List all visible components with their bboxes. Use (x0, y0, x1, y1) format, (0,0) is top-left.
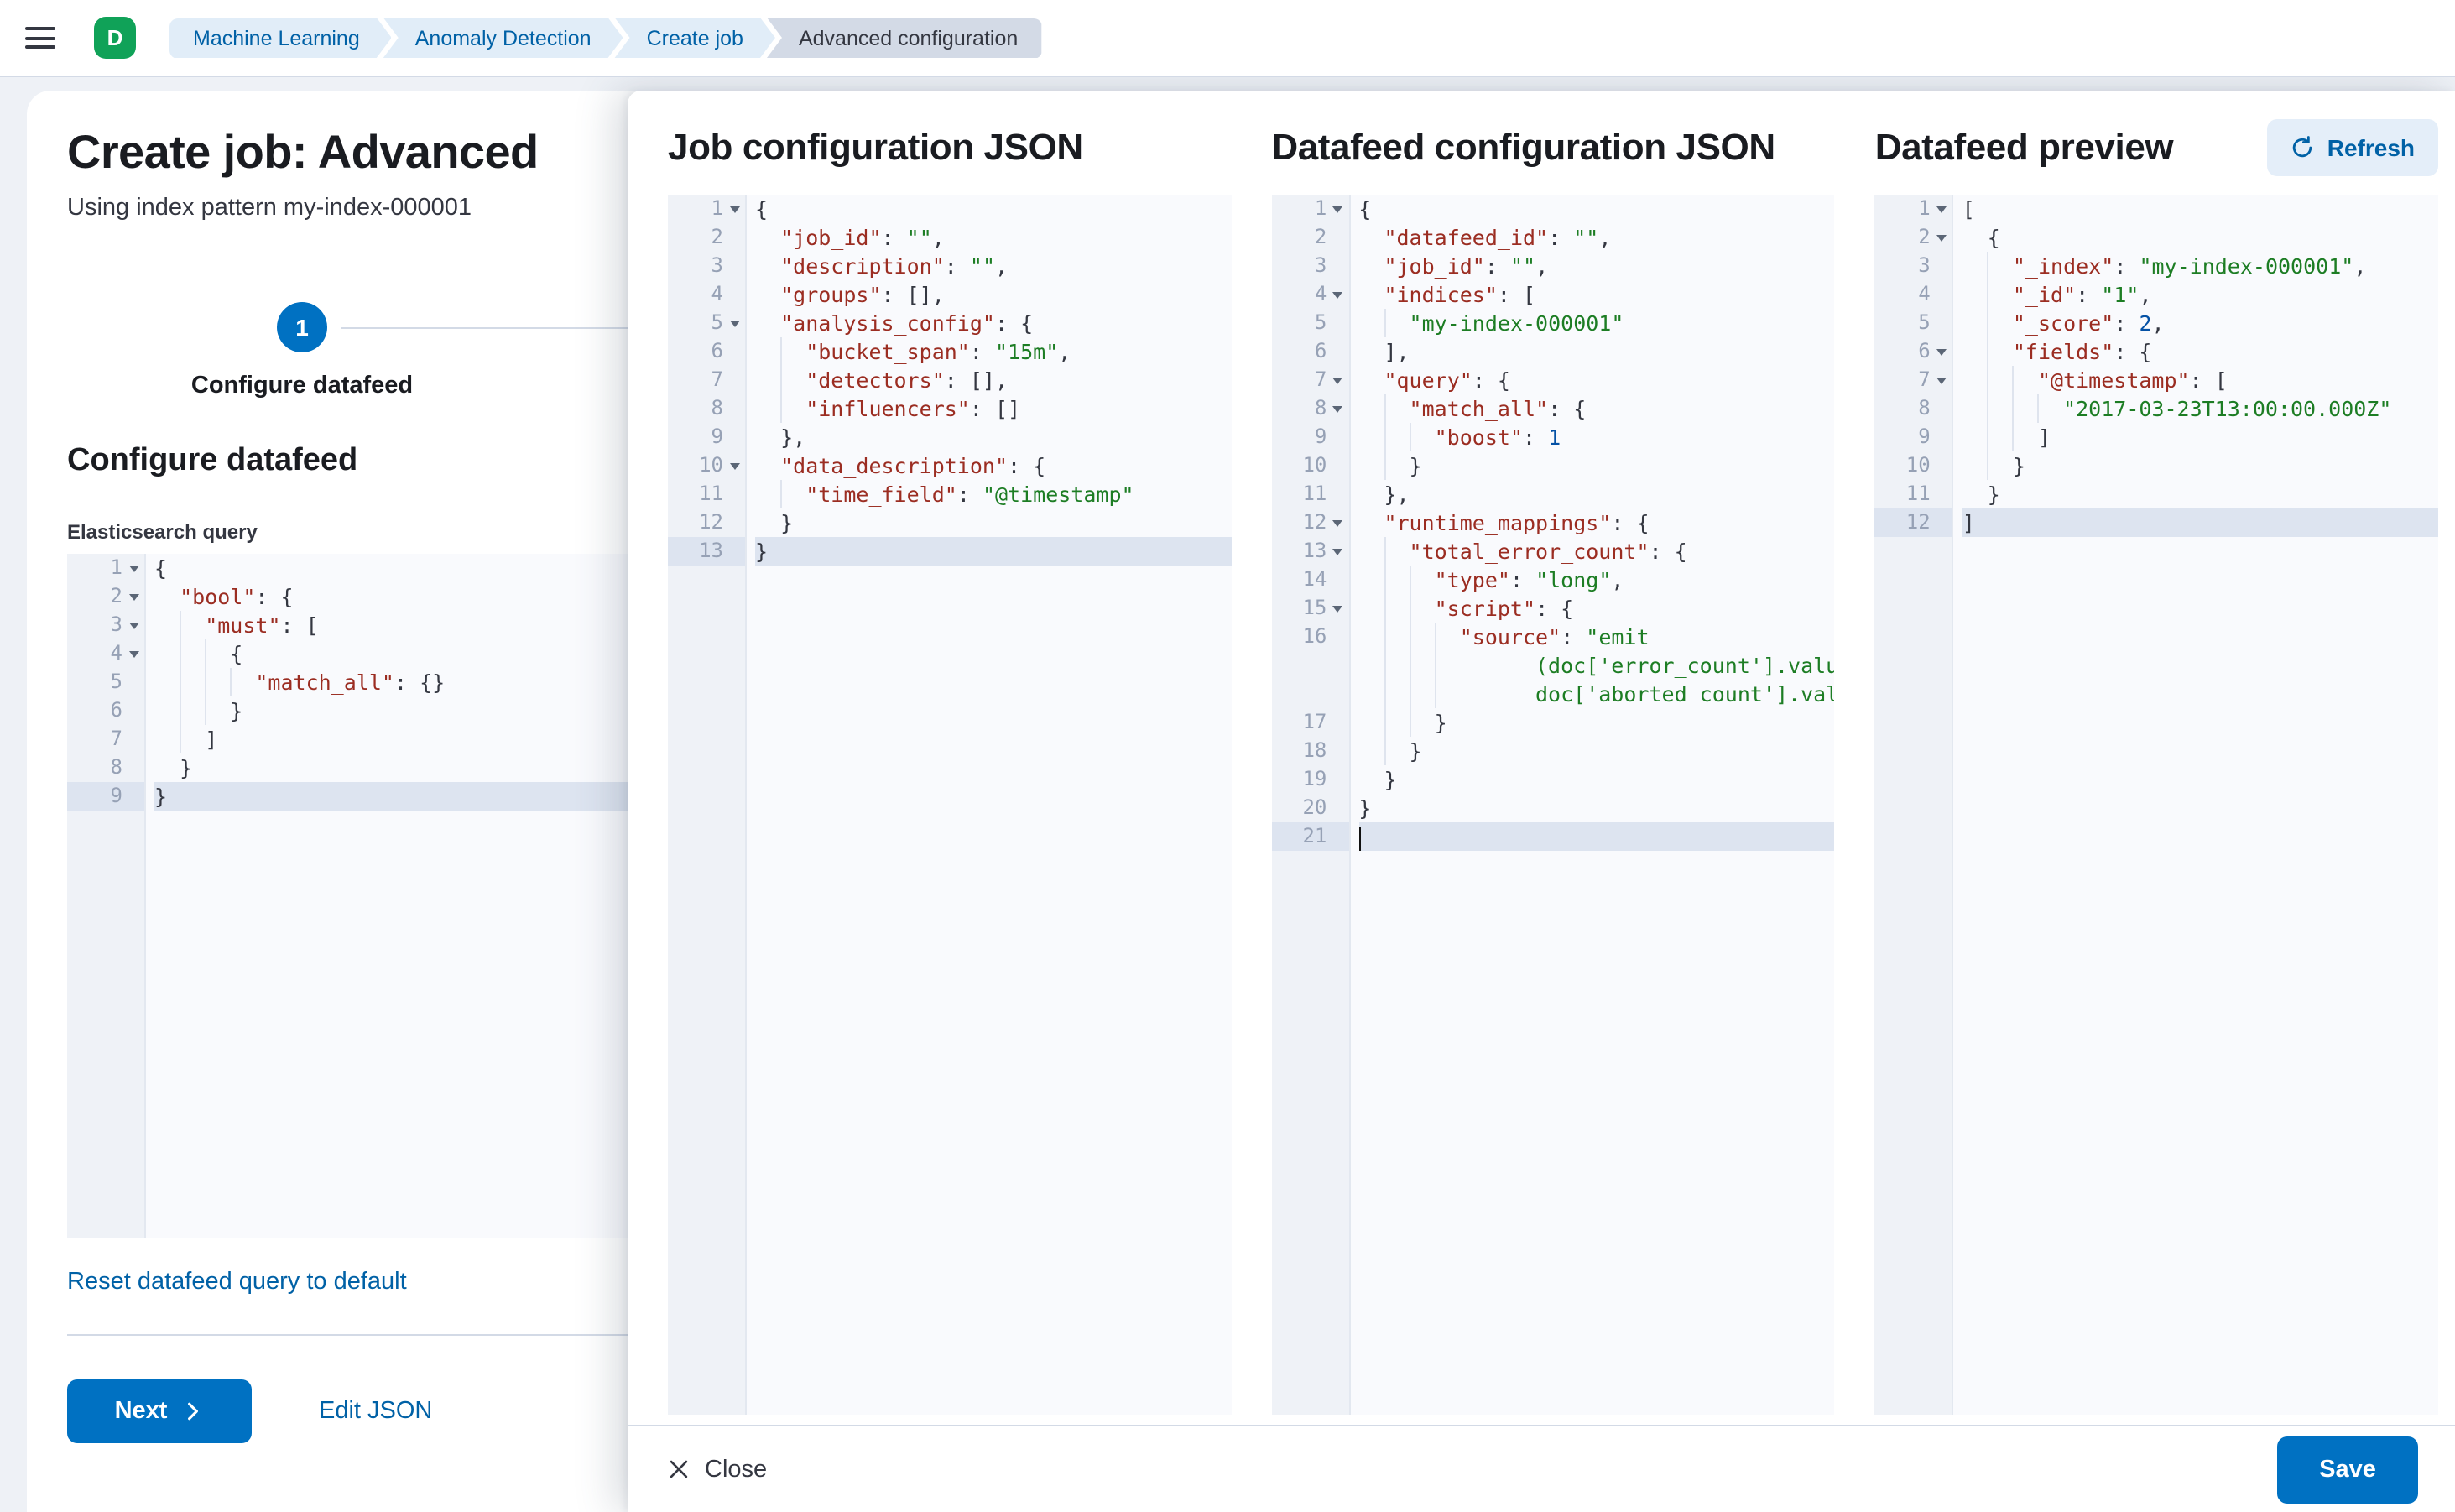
editor-code[interactable]: [{"_index": "my-index-000001","_id": "1"… (1954, 195, 2438, 1415)
datafeed-config-title: Datafeed configuration JSON (1271, 126, 1775, 169)
code-line[interactable]: ] (1962, 423, 2438, 451)
code-line[interactable]: "_index": "my-index-000001", (1962, 252, 2438, 280)
code-line[interactable]: "script": { (1358, 594, 1834, 623)
reset-query-link[interactable]: Reset datafeed query to default (67, 1269, 407, 1296)
code-line[interactable]: doc['aborted_count'].value)" (1358, 680, 1834, 708)
menu-icon[interactable] (23, 20, 57, 55)
save-button[interactable]: Save (2277, 1436, 2418, 1503)
datafeed-preview-title: Datafeed preview (1875, 126, 2174, 169)
job-config-title: Job configuration JSON (668, 126, 1083, 169)
code-line[interactable]: "query": { (1358, 366, 1834, 394)
code-line[interactable]: "detectors": [], (755, 366, 1231, 394)
code-line[interactable]: "2017-03-23T13:00:00.000Z" (1962, 394, 2438, 423)
code-line[interactable]: "description": "", (755, 252, 1231, 280)
space-avatar[interactable]: D (94, 17, 136, 59)
code-line[interactable]: "my-index-000001" (1358, 309, 1834, 337)
datafeed-config-column: Datafeed configuration JSON 123456789101… (1271, 117, 1834, 1415)
code-line[interactable]: "@timestamp": [ (1962, 366, 2438, 394)
next-button[interactable]: Next (67, 1379, 252, 1443)
refresh-button[interactable]: Refresh (2267, 119, 2438, 176)
close-icon (668, 1458, 690, 1480)
code-line[interactable]: "fields": { (1962, 337, 2438, 366)
job-config-column: Job configuration JSON 12345678910111213… (668, 117, 1231, 1415)
code-line[interactable]: } (1358, 708, 1834, 737)
code-line[interactable]: { (1358, 195, 1834, 223)
code-line[interactable]: { (1962, 223, 2438, 252)
datafeed-preview-editor[interactable]: 123456789101112 [{"_index": "my-index-00… (1875, 195, 2438, 1415)
refresh-button-label: Refresh (2327, 134, 2415, 161)
code-line[interactable]: }, (1358, 480, 1834, 508)
breadcrumb-create-job[interactable]: Create job (615, 18, 775, 58)
code-line[interactable]: "groups": [], (755, 280, 1231, 309)
chevron-right-icon (180, 1400, 204, 1423)
code-line[interactable]: ] (1962, 508, 2438, 537)
editor-gutter: 12345678910111213 (668, 195, 747, 1415)
code-line[interactable]: "runtime_mappings": { (1358, 508, 1834, 537)
editor-gutter: 123456789 (67, 554, 146, 1238)
code-line[interactable]: "bucket_span": "15m", (755, 337, 1231, 366)
editor-code[interactable]: {"datafeed_id": "","job_id": "","indices… (1350, 195, 1834, 1415)
datafeed-preview-column: Datafeed preview Refresh 123456789101112… (1875, 117, 2438, 1415)
code-line[interactable]: "job_id": "", (1358, 252, 1834, 280)
job-config-editor[interactable]: 12345678910111213 {"job_id": "","descrip… (668, 195, 1231, 1415)
top-bar: D Machine LearningAnomaly DetectionCreat… (0, 0, 2455, 77)
code-line[interactable]: "_score": 2, (1962, 309, 2438, 337)
code-line[interactable]: } (755, 537, 1231, 566)
datafeed-config-editor[interactable]: 123456789101112131415161718192021 {"data… (1271, 195, 1834, 1415)
code-line[interactable]: [ (1962, 195, 2438, 223)
code-line[interactable]: } (1358, 737, 1834, 765)
code-line[interactable]: "analysis_config": { (755, 309, 1231, 337)
step-1-label: Configure datafeed (134, 373, 470, 399)
editor-gutter: 123456789101112131415161718192021 (1271, 195, 1350, 1415)
code-line[interactable]: } (1962, 480, 2438, 508)
code-line[interactable] (1358, 822, 1834, 851)
code-line[interactable]: ], (1358, 337, 1834, 366)
breadcrumb-anomaly-detection[interactable]: Anomaly Detection (383, 18, 623, 58)
code-line[interactable]: }, (755, 423, 1231, 451)
close-button[interactable]: Close (668, 1456, 767, 1483)
flyout-footer: Close Save (628, 1425, 2455, 1512)
next-button-label: Next (115, 1398, 168, 1425)
flyout-columns: Job configuration JSON 12345678910111213… (628, 91, 2455, 1425)
code-line[interactable]: "match_all": { (1358, 394, 1834, 423)
edit-json-link[interactable]: Edit JSON (319, 1398, 432, 1425)
breadcrumb-advanced-configuration: Advanced configuration (767, 18, 1041, 58)
code-line[interactable]: "time_field": "@timestamp" (755, 480, 1231, 508)
code-line[interactable]: "datafeed_id": "", (1358, 223, 1834, 252)
breadcrumb-machine-learning[interactable]: Machine Learning (169, 18, 392, 58)
kibana-app: D Machine LearningAnomaly DetectionCreat… (0, 0, 2455, 1512)
editor-code[interactable]: {"job_id": "","description": "","groups"… (747, 195, 1231, 1415)
code-line[interactable]: "data_description": { (755, 451, 1231, 480)
code-line[interactable]: "job_id": "", (755, 223, 1231, 252)
code-line[interactable]: "_id": "1", (1962, 280, 2438, 309)
step-1-circle[interactable]: 1 (277, 302, 327, 352)
code-line[interactable]: "type": "long", (1358, 566, 1834, 594)
code-line[interactable]: "indices": [ (1358, 280, 1834, 309)
code-line[interactable]: "total_error_count": { (1358, 537, 1834, 566)
refresh-icon (2291, 136, 2314, 159)
code-line[interactable]: "source": "emit (1358, 623, 1834, 651)
code-line[interactable]: } (1358, 794, 1834, 822)
code-line[interactable]: } (755, 508, 1231, 537)
code-line[interactable]: "boost": 1 (1358, 423, 1834, 451)
breadcrumbs: Machine LearningAnomaly DetectionCreate … (169, 18, 1041, 58)
code-line[interactable]: "influencers": [] (755, 394, 1231, 423)
code-line[interactable]: { (755, 195, 1231, 223)
code-line[interactable]: } (1962, 451, 2438, 480)
flyout-panel: Job configuration JSON 12345678910111213… (628, 91, 2455, 1512)
editor-gutter: 123456789101112 (1875, 195, 1954, 1415)
code-line[interactable]: } (1358, 451, 1834, 480)
code-line[interactable]: (doc['error_count'].value + (1358, 651, 1834, 680)
close-button-label: Close (705, 1456, 767, 1483)
code-line[interactable]: } (1358, 765, 1834, 794)
